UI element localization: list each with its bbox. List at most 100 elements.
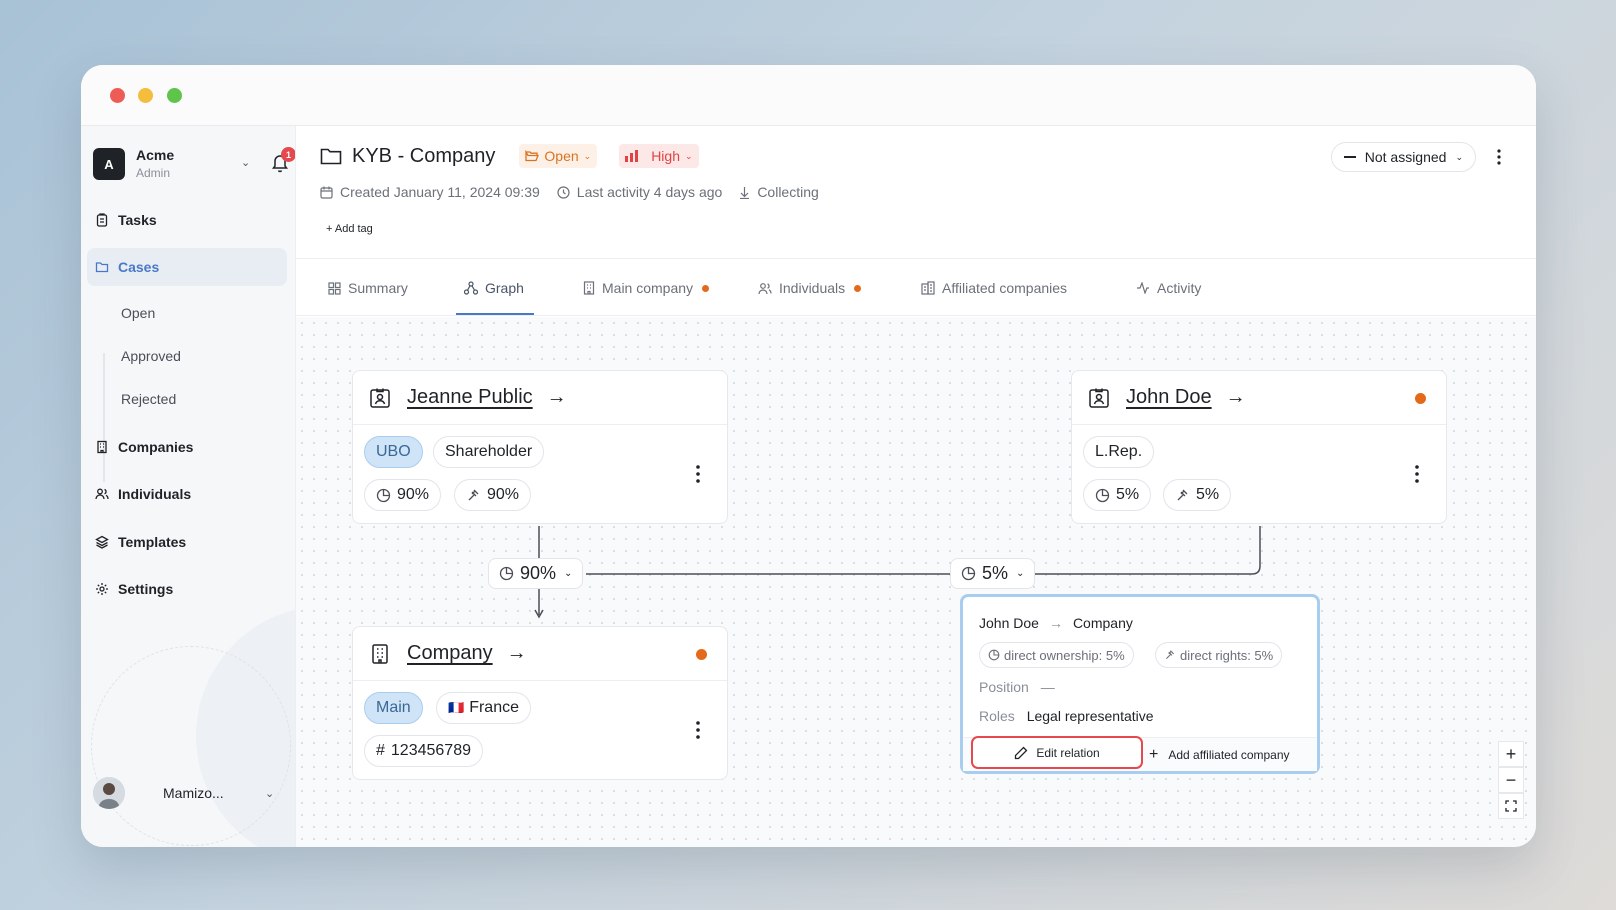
sidebar-item-label: Settings [118, 581, 174, 597]
attention-dot [854, 284, 862, 292]
fit-view-button[interactable] [1498, 793, 1524, 819]
relation-to: Company [1072, 615, 1133, 631]
plus-icon: + [1149, 746, 1159, 763]
buildings-icon [921, 281, 935, 295]
org-name: Acme [136, 147, 175, 164]
sidebar-item-label: Companies [118, 439, 194, 455]
plus-icon: + [326, 223, 335, 235]
direct-ownership-chip: direct ownership: 5% [979, 642, 1134, 668]
sidebar-subitem-open[interactable]: Open [121, 305, 155, 321]
position-row: Position — [979, 679, 1055, 695]
pie-chart-icon [961, 566, 976, 581]
rights-chip: 90% [454, 479, 532, 511]
download-arrow-icon [740, 186, 750, 199]
users-icon [95, 488, 109, 500]
node-name-link[interactable]: John Doe [1126, 386, 1212, 409]
tab-summary[interactable]: Summary [328, 260, 408, 316]
tab-affiliated-companies[interactable]: Affiliated companies [921, 260, 1067, 316]
graph-icon [464, 281, 478, 295]
tab-bar: Summary Graph Main company Individuals A… [296, 260, 1536, 316]
edit-relation-button[interactable]: Edit relation [971, 736, 1143, 769]
relation-popover: John Doe → Company direct ownership: 5% … [960, 594, 1320, 774]
edge-label-jeanne-company[interactable]: 90% ⌄ [488, 558, 584, 589]
case-header: KYB - Company Open ⌄ High ⌄ Created Janu… [296, 126, 1536, 259]
direct-rights-chip: direct rights: 5% [1155, 642, 1283, 668]
tab-individuals[interactable]: Individuals [758, 260, 862, 316]
attention-dot [702, 284, 710, 292]
add-affiliated-company-button[interactable]: + Add affiliated company [1149, 746, 1290, 764]
sidebar-item-individuals[interactable]: Individuals [87, 475, 287, 513]
france-flag-icon: 🇫🇷 [448, 700, 465, 715]
sidebar-subitem-rejected[interactable]: Rejected [121, 391, 176, 407]
decorative-circle-outline [91, 646, 291, 846]
zoom-out-button[interactable]: − [1498, 767, 1524, 793]
close-window-button[interactable] [110, 88, 125, 103]
arrow-right-icon[interactable]: → [547, 386, 567, 409]
sidebar-item-tasks[interactable]: Tasks [87, 201, 287, 239]
org-role: Admin [136, 165, 171, 180]
last-activity: Last activity 4 days ago [557, 184, 722, 200]
org-switcher[interactable]: A Acme Admin ⌄ 1 [93, 144, 295, 184]
tab-main-company[interactable]: Main company [583, 260, 710, 316]
chevron-down-icon: ⌄ [564, 568, 573, 579]
status-label: Open [544, 148, 579, 164]
sidebar-item-label: Cases [118, 259, 160, 275]
assignee-dropdown[interactable]: Not assigned ⌄ [1330, 142, 1476, 172]
pie-chart-icon [988, 649, 1000, 661]
attention-dot [696, 649, 707, 660]
node-name-link[interactable]: Company [407, 642, 493, 665]
building-icon [583, 281, 595, 295]
pie-chart-icon [376, 488, 391, 502]
maximize-window-button[interactable] [167, 88, 182, 103]
app-window: A Acme Admin ⌄ 1 Tasks Cases Open Approv… [81, 65, 1536, 847]
graph-canvas[interactable]: Jeanne Public → UBO Shareholder 90% 90% [296, 317, 1536, 847]
minimize-window-button[interactable] [138, 88, 153, 103]
tab-graph[interactable]: Graph [464, 260, 524, 316]
user-menu[interactable]: Mamizo... ⌄ [93, 776, 283, 810]
id-badge-icon [370, 388, 390, 408]
pie-chart-icon [499, 566, 514, 581]
status-dropdown[interactable]: Open ⌄ [519, 144, 598, 168]
graph-node-company[interactable]: Company → Main 🇫🇷 France # 123456789 [352, 626, 728, 780]
tag-legal-rep: L.Rep. [1083, 436, 1155, 468]
sidebar-item-label: Individuals [118, 486, 192, 502]
sidebar-item-label: Templates [118, 534, 187, 550]
tag-ubo: UBO [364, 436, 423, 468]
chevron-down-icon[interactable]: ⌄ [241, 156, 250, 169]
sidebar-subitem-approved[interactable]: Approved [121, 348, 181, 364]
ownership-chip: 90% [364, 479, 442, 511]
building-icon [372, 643, 388, 664]
sidebar-item-cases[interactable]: Cases [87, 248, 287, 286]
graph-node-john-doe[interactable]: John Doe → L.Rep. 5% 5% [1071, 370, 1447, 524]
folder-open-icon [525, 150, 540, 162]
grid-icon [328, 281, 341, 295]
clock-icon [557, 185, 570, 199]
more-vertical-icon[interactable] [1492, 146, 1506, 168]
sidebar-item-settings[interactable]: Settings [87, 570, 287, 608]
sidebar-item-templates[interactable]: Templates [87, 523, 287, 561]
arrow-right-icon[interactable]: → [507, 642, 527, 665]
sidebar-item-companies[interactable]: Companies [87, 428, 287, 466]
chevron-down-icon: ⌄ [583, 150, 592, 161]
active-tab-indicator [456, 313, 534, 315]
more-vertical-icon[interactable] [1414, 464, 1420, 484]
node-name-link[interactable]: Jeanne Public [407, 386, 533, 409]
more-vertical-icon[interactable] [695, 720, 701, 740]
priority-dropdown[interactable]: High ⌄ [619, 144, 699, 168]
edge-label-john-company[interactable]: 5% ⌄ [950, 558, 1036, 589]
users-icon [758, 282, 772, 294]
add-tag-button[interactable]: + Add tag [326, 223, 373, 235]
arrow-right-icon[interactable]: → [1226, 386, 1246, 409]
more-vertical-icon[interactable] [695, 464, 701, 484]
chevron-down-icon[interactable]: ⌄ [265, 787, 274, 800]
user-name: Mamizo... [163, 785, 224, 801]
country-chip: 🇫🇷 France [436, 692, 531, 724]
graph-node-jeanne-public[interactable]: Jeanne Public → UBO Shareholder 90% 90% [352, 370, 728, 524]
page-title: KYB - Company [352, 144, 496, 167]
case-stage: Collecting [739, 184, 819, 200]
gear-icon [96, 583, 108, 595]
tab-activity[interactable]: Activity [1136, 260, 1201, 316]
chevron-down-icon: ⌄ [1455, 151, 1463, 162]
zoom-in-button[interactable]: + [1498, 741, 1524, 767]
registration-number-chip: # 123456789 [364, 735, 483, 767]
